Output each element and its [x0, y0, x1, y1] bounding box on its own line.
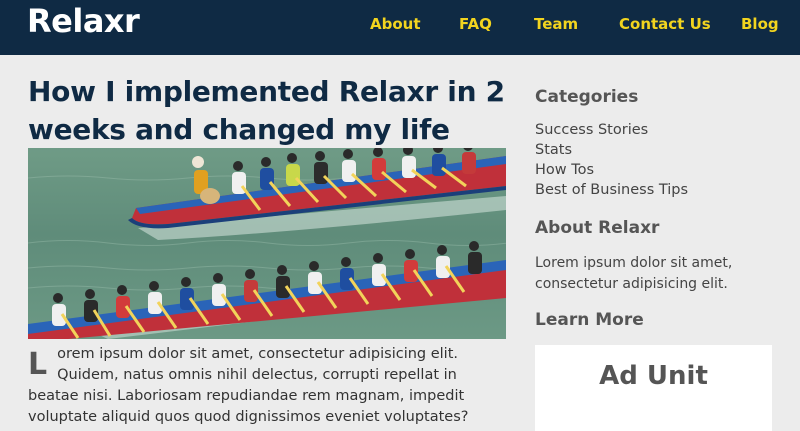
- hero-image: [28, 148, 506, 339]
- nav-item-faq[interactable]: FAQ: [459, 15, 492, 33]
- drop-cap: L: [28, 347, 48, 382]
- categories-heading: Categories: [535, 87, 639, 107]
- nav-item-team[interactable]: Team: [534, 15, 578, 33]
- category-stats[interactable]: Stats: [535, 142, 572, 158]
- ad-unit-label: Ad Unit: [599, 361, 708, 391]
- category-best-of-business-tips[interactable]: Best of Business Tips: [535, 182, 688, 198]
- post-body: Lorem ipsum dolor sit amet, consectetur …: [28, 344, 508, 428]
- nav-item-about[interactable]: About: [370, 15, 421, 33]
- post-body-text: orem ipsum dolor sit amet, consectetur a…: [28, 346, 469, 425]
- dragon-boat-illustration: [28, 148, 506, 339]
- about-text: Lorem ipsum dolor sit amet, consectetur …: [535, 255, 733, 292]
- ad-unit[interactable]: Ad Unit: [535, 345, 772, 431]
- nav-item-contact-us[interactable]: Contact Us: [619, 15, 711, 33]
- nav-item-blog[interactable]: Blog: [741, 15, 779, 33]
- learn-more-heading: Learn More: [535, 310, 644, 330]
- post-title: How I implemented Relaxr in 2 weeks and …: [28, 75, 505, 146]
- top-navbar: Relaxr About FAQ Team Contact Us Blog: [0, 0, 800, 55]
- about-heading: About Relaxr: [535, 218, 660, 238]
- category-how-tos[interactable]: How Tos: [535, 162, 594, 178]
- site-logo[interactable]: Relaxr: [27, 2, 140, 40]
- category-success-stories[interactable]: Success Stories: [535, 122, 648, 138]
